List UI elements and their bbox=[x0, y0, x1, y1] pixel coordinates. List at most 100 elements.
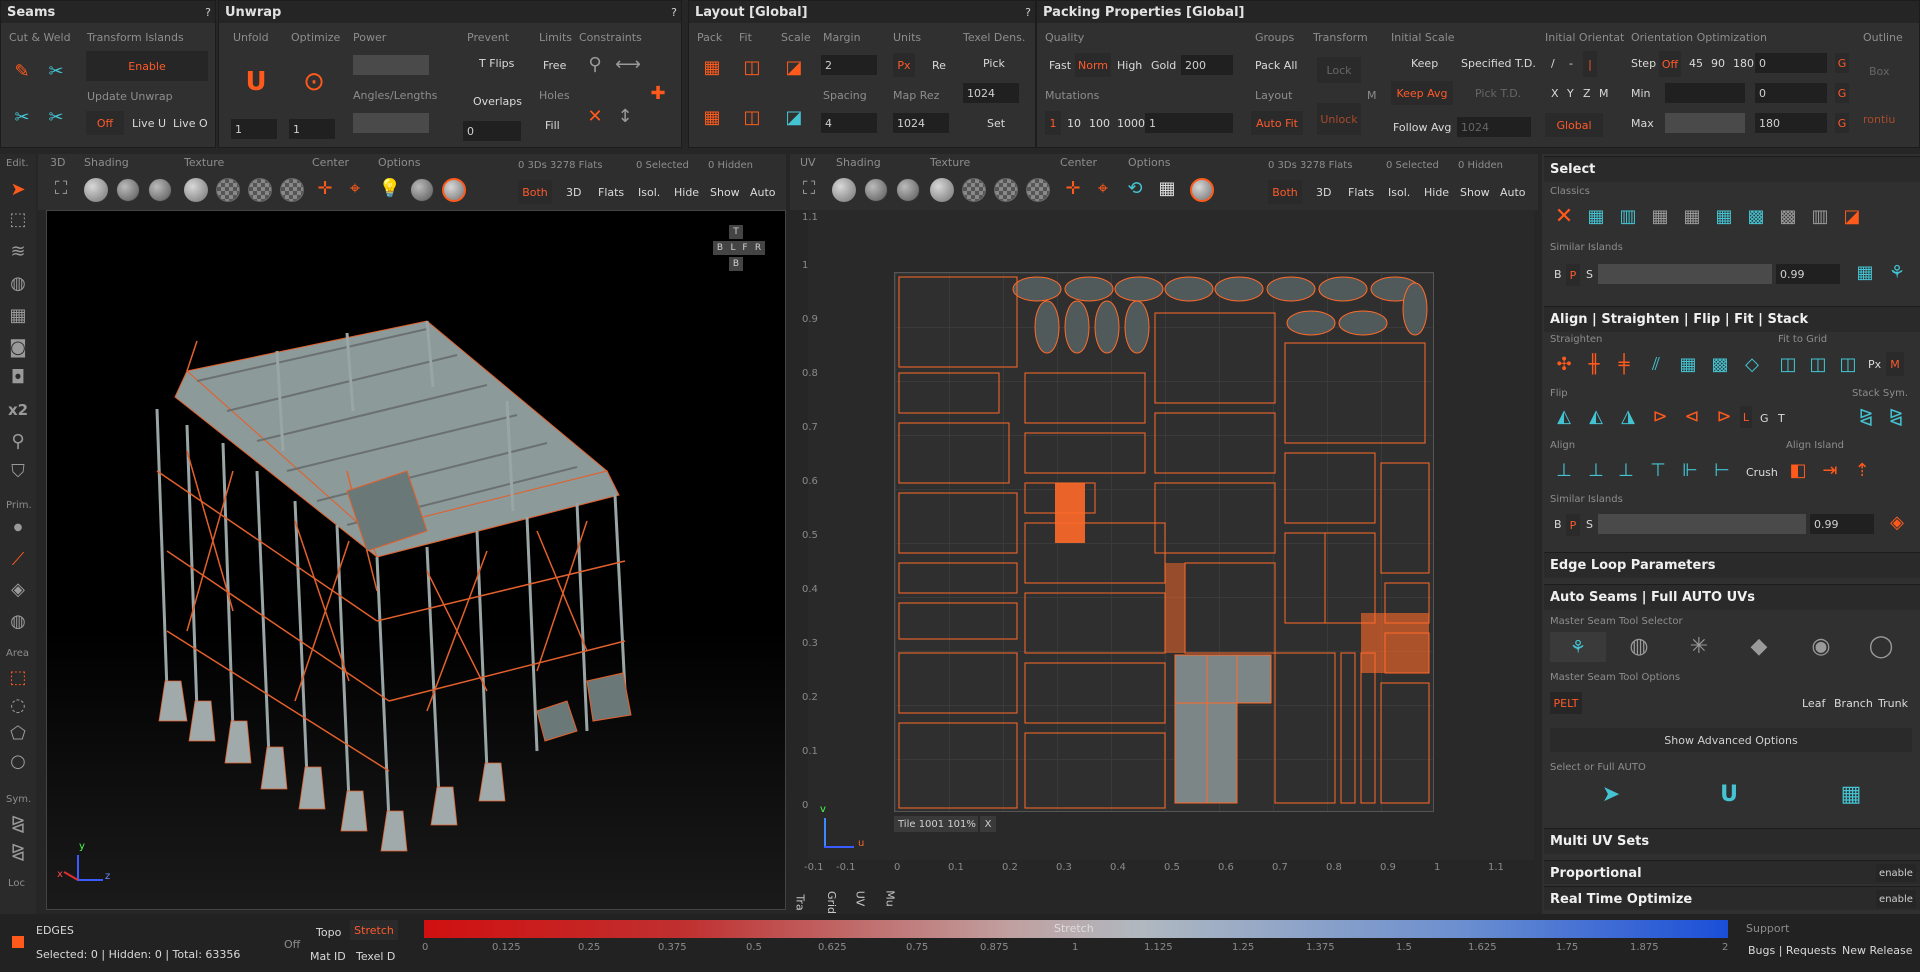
flip-1-icon[interactable]: ◭ bbox=[1552, 404, 1576, 430]
units-px-button[interactable]: Px bbox=[893, 53, 915, 77]
auto-unwrap-icon[interactable]: U bbox=[1714, 780, 1744, 810]
similar2-stack-icon[interactable]: ◈ bbox=[1884, 510, 1910, 536]
specified-td-button[interactable]: Specified T.D. bbox=[1461, 57, 1536, 70]
leaf-button[interactable]: Leaf bbox=[1802, 697, 1825, 710]
scale-icon[interactable]: ◪ bbox=[781, 55, 807, 81]
viewport3d[interactable]: T B L F R B y z x bbox=[46, 210, 786, 910]
vpuv-sync-icon[interactable]: ⟲ bbox=[1122, 176, 1148, 202]
edge-loop-header[interactable]: Edge Loop Parameters bbox=[1544, 552, 1920, 578]
gold-value[interactable]: 200 bbox=[1181, 55, 1233, 75]
quality-fast-button[interactable]: Fast bbox=[1049, 59, 1071, 72]
show-advanced-button[interactable]: Show Advanced Options bbox=[1550, 728, 1912, 752]
tile-close-button[interactable]: X bbox=[980, 816, 996, 832]
flatten-icon[interactable]: ≋ bbox=[6, 240, 30, 264]
align-island-3-icon[interactable]: ⇡ bbox=[1850, 458, 1874, 484]
align-island-2-icon[interactable]: ⇥ bbox=[1818, 458, 1842, 484]
overlaps-button[interactable]: Overlaps bbox=[473, 95, 522, 108]
vp3d-hide-button[interactable]: Hide bbox=[674, 186, 699, 199]
spacing-value[interactable]: 4 bbox=[821, 113, 877, 133]
vpuv-checker2-ball-icon[interactable] bbox=[994, 178, 1018, 202]
optimize-value[interactable]: 1 bbox=[289, 119, 335, 139]
status-texeld-button[interactable]: Texel D bbox=[356, 950, 395, 963]
pack-all-icon[interactable]: ▦ bbox=[699, 105, 725, 131]
straighten-2-icon[interactable]: ╫ bbox=[1582, 352, 1606, 378]
vpuv-shaded-ball-icon[interactable] bbox=[832, 178, 856, 202]
similar2-p-button[interactable]: P bbox=[1566, 514, 1580, 536]
select-columns-icon[interactable]: ▥ bbox=[1808, 204, 1832, 230]
vp3d-frame-icon[interactable]: ⛶ bbox=[48, 176, 74, 202]
vp3d-light-icon[interactable]: 💡 bbox=[378, 176, 402, 202]
vpuv-both-button[interactable]: Both bbox=[1268, 180, 1302, 204]
max-g-button[interactable]: G bbox=[1835, 113, 1849, 133]
min-slider[interactable] bbox=[1665, 83, 1745, 103]
orient-pipe-button[interactable]: | bbox=[1583, 51, 1597, 77]
status-matid-button[interactable]: Mat ID bbox=[310, 950, 346, 963]
vp3d-tab-label[interactable]: 3D bbox=[50, 156, 65, 169]
seam-tool-cube-icon[interactable]: ◆ bbox=[1744, 632, 1774, 662]
flip-4-icon[interactable]: ⊳ bbox=[1648, 404, 1672, 430]
mutations-1-button[interactable]: 1 bbox=[1045, 111, 1061, 135]
vpuv-flats-button[interactable]: Flats bbox=[1348, 186, 1374, 199]
flip-5-icon[interactable]: ⊲ bbox=[1680, 404, 1704, 430]
seam-tool-sphere-icon[interactable]: ◍ bbox=[1624, 632, 1654, 662]
unpin-icon[interactable]: ✕ bbox=[585, 107, 605, 127]
pin-tool-icon[interactable]: ⚲ bbox=[6, 430, 30, 454]
orient-slash-button[interactable]: / bbox=[1551, 57, 1555, 70]
lock-button[interactable]: Lock bbox=[1317, 57, 1361, 83]
grid-icon[interactable]: ▦ bbox=[6, 304, 30, 328]
unfold-icon[interactable]: U bbox=[241, 67, 271, 97]
similar-select-icon[interactable]: ▦ bbox=[1852, 260, 1878, 286]
uv-tab-tra[interactable]: Tra bbox=[794, 894, 807, 910]
pin-icon[interactable]: ⚲ bbox=[585, 55, 605, 75]
vp3d-wireshaded-ball-icon[interactable] bbox=[148, 178, 172, 202]
camera-icon[interactable]: ◙ bbox=[6, 336, 30, 360]
vp3d-checker2-ball-icon[interactable] bbox=[248, 178, 272, 202]
live-u-button[interactable]: Live U bbox=[132, 117, 166, 130]
similar-p-button[interactable]: P bbox=[1566, 264, 1580, 286]
map-rez-value[interactable]: 1024 bbox=[893, 113, 949, 133]
scale-all-icon[interactable]: ◪ bbox=[781, 105, 807, 131]
edge-constraint-icon[interactable]: ⟷ bbox=[615, 55, 641, 75]
step-180-button[interactable]: 180 bbox=[1733, 57, 1754, 70]
stack-sym-2-icon[interactable]: ⧎ bbox=[1884, 404, 1908, 430]
align-island-1-icon[interactable]: ◧ bbox=[1786, 458, 1810, 484]
vpuv-grid-icon[interactable]: ▦ bbox=[1154, 176, 1180, 202]
fit-grid-m-button[interactable]: M bbox=[1886, 352, 1904, 376]
vp3d-3d-button[interactable]: 3D bbox=[566, 186, 581, 199]
uv-tab-uv[interactable]: UV bbox=[853, 891, 866, 907]
optimize-icon[interactable]: ⊙ bbox=[299, 67, 329, 97]
vp3d-center-target-icon[interactable]: ⌖ bbox=[342, 176, 368, 202]
select-arrow-icon[interactable]: ➤ bbox=[6, 178, 30, 202]
pick-td-button[interactable]: Pick T.D. bbox=[1475, 87, 1521, 100]
globe-mode-icon[interactable]: ◍ bbox=[6, 610, 30, 634]
quality-norm-button[interactable]: Norm bbox=[1075, 53, 1111, 77]
similar-b-button[interactable]: B bbox=[1554, 268, 1562, 281]
vertical-constraint-icon[interactable]: ↕ bbox=[615, 105, 635, 129]
similar-slider[interactable] bbox=[1598, 264, 1772, 284]
similar-value[interactable]: 0.99 bbox=[1776, 264, 1840, 284]
crush-button[interactable]: Crush bbox=[1746, 466, 1778, 479]
enable-button[interactable]: Enable bbox=[86, 51, 208, 81]
new-release-link[interactable]: New Release bbox=[1842, 944, 1912, 957]
straighten-4-icon[interactable]: ⫽ bbox=[1644, 352, 1668, 378]
units-re-button[interactable]: Re bbox=[932, 59, 946, 72]
uv-tab-mu[interactable]: Mu bbox=[884, 890, 897, 906]
select-grid-icon[interactable]: ▦ bbox=[1584, 204, 1608, 230]
free-button[interactable]: Free bbox=[543, 59, 566, 72]
quality-gold-button[interactable]: Gold bbox=[1151, 59, 1176, 72]
select-bars-icon[interactable]: ▥ bbox=[1616, 204, 1640, 230]
vp3d-wire-ball-icon[interactable] bbox=[116, 178, 140, 202]
vpuv-center-icon[interactable]: ✛ bbox=[1060, 176, 1086, 202]
vpuv-hide-button[interactable]: Hide bbox=[1424, 186, 1449, 199]
power-slider[interactable] bbox=[353, 55, 429, 75]
seam-tool-ring-icon[interactable]: ◯ bbox=[1866, 632, 1896, 662]
vp3d-checker3-ball-icon[interactable] bbox=[280, 178, 304, 202]
max-value[interactable]: 180 bbox=[1755, 113, 1827, 133]
follow-value[interactable]: 1024 bbox=[1457, 117, 1531, 137]
realtime-enable-button[interactable]: enable bbox=[1876, 890, 1916, 908]
transform-box-icon[interactable]: ⬚ bbox=[6, 208, 30, 232]
vp3d-center-icon[interactable]: ✛ bbox=[312, 176, 338, 202]
deselect-icon[interactable]: ✕ bbox=[1552, 204, 1576, 230]
orient-y-button[interactable]: Y bbox=[1567, 87, 1574, 100]
similar2-s-button[interactable]: S bbox=[1586, 518, 1593, 531]
